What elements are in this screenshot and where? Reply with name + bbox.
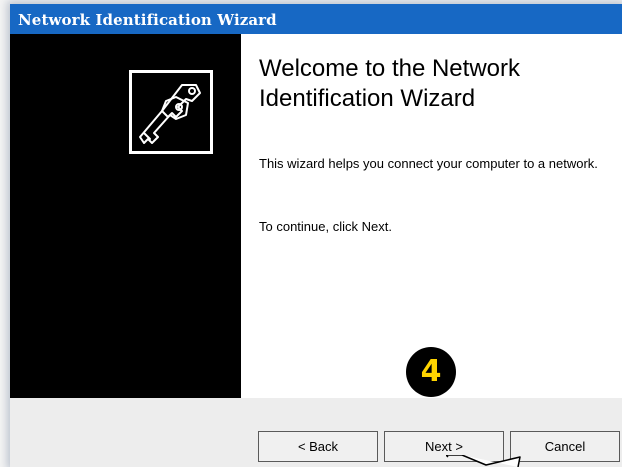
wizard-instruction: To continue, click Next.: [259, 219, 392, 234]
wizard-side-panel: [10, 34, 241, 398]
wizard-content: Welcome to the Network Identification Wi…: [10, 34, 622, 398]
title-bar[interactable]: Network Identification Wizard: [10, 4, 622, 34]
wizard-description: This wizard helps you connect your compu…: [259, 156, 598, 171]
keys-icon: [129, 70, 213, 154]
wizard-heading: Welcome to the Network Identification Wi…: [259, 55, 520, 112]
step-number-badge: 4: [406, 347, 456, 397]
cancel-button[interactable]: Cancel: [510, 431, 620, 462]
wizard-window: Network Identification Wizard Welcome to…: [10, 4, 622, 467]
window-title: Network Identification Wizard: [18, 11, 277, 29]
pointer-cursor-icon: [446, 455, 521, 467]
back-button[interactable]: < Back: [258, 431, 378, 462]
